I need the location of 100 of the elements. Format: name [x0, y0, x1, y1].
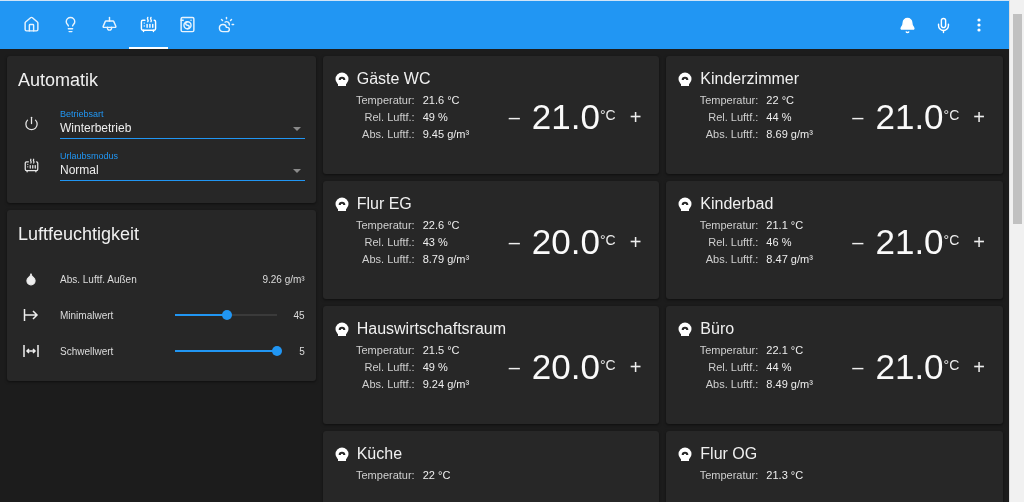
decrease-button[interactable]: – [846, 230, 870, 254]
room-name: Küche [356, 445, 403, 463]
stat-value: 22.6 °C [422, 219, 461, 231]
stat-value: 22 °C [422, 469, 452, 481]
increase-button[interactable]: + [623, 355, 648, 379]
power-icon [23, 115, 39, 131]
thermostat-icon [334, 72, 349, 86]
stat-label: Temperatur: [355, 469, 415, 481]
decrease-button[interactable]: – [502, 230, 526, 254]
droplet-icon [24, 272, 38, 286]
increase-button[interactable]: + [967, 230, 991, 254]
field-label: Betriebsart [60, 109, 105, 119]
more-vertical-icon [977, 18, 981, 32]
unit-label: °C [599, 232, 616, 248]
increase-button[interactable]: + [623, 230, 648, 254]
thermostat-icon [678, 72, 693, 86]
room-name: Kinderbad [700, 195, 774, 213]
stat-value: 49 % [422, 111, 449, 123]
stat-value: 49 % [422, 361, 449, 373]
room-name: Kinderzimmer [700, 70, 800, 88]
target-temperature: 21.0 [875, 347, 944, 387]
stat-value: 46 % [766, 236, 793, 248]
stat-value: 21.6 °C [422, 94, 461, 106]
row-label: Minimalwert [60, 309, 115, 321]
row-label: Abs. Luftf. Außen [60, 273, 138, 285]
row-value: 9.26 g/m³ [262, 273, 305, 285]
thermostat-icon [678, 322, 693, 336]
room-name: Flur OG [700, 445, 758, 463]
stat-label: Temperatur: [355, 219, 415, 231]
stat-value: 9.24 g/m³ [422, 378, 471, 390]
stat-label: Rel. Luftf.: [363, 236, 415, 248]
stat-label: Abs. Luftf.: [704, 253, 759, 265]
stat-label: Temperatur: [355, 344, 415, 356]
scrollbar-thumb[interactable] [1012, 14, 1022, 224]
slider-thumb[interactable] [222, 310, 232, 320]
stat-value: 8.49 g/m³ [766, 378, 814, 390]
stat-label: Abs. Luftf.: [361, 378, 415, 390]
stat-label: Rel. Luftf.: [363, 111, 415, 123]
stat-value: 21.5 °C [422, 344, 461, 356]
stat-value: 21.3 °C [766, 469, 805, 481]
increase-button[interactable]: + [967, 105, 991, 129]
increase-button[interactable]: + [623, 105, 648, 129]
room-name: Büro [700, 320, 735, 338]
stat-label: Temperatur: [698, 219, 759, 231]
stat-label: Abs. Luftf.: [704, 128, 759, 140]
thermostat-icon [678, 447, 693, 461]
scrollbar[interactable] [1009, 0, 1024, 502]
target-temperature: 20.0 [531, 347, 600, 387]
target-temperature: 21.0 [875, 97, 944, 137]
row-value: 45 [293, 309, 305, 321]
thermostat-icon [334, 447, 349, 461]
decrease-button[interactable]: – [502, 105, 526, 129]
slider-thumb[interactable] [272, 346, 282, 356]
stat-label: Temperatur: [698, 94, 759, 106]
decrease-button[interactable]: – [846, 355, 870, 379]
decrease-button[interactable]: – [502, 355, 526, 379]
stat-label: Rel. Luftf.: [707, 361, 759, 373]
stat-label: Temperatur: [355, 94, 415, 106]
target-temperature: 21.0 [531, 97, 600, 137]
unit-label: °C [599, 357, 616, 373]
unit-label: °C [943, 357, 960, 373]
dropdown-field[interactable]: Betriebsart Winterbetrieb [60, 107, 305, 139]
sun-cloud-icon [218, 15, 235, 33]
increase-button[interactable]: + [967, 355, 991, 379]
field-value: Winterbetrieb [60, 121, 132, 135]
room-name: Flur EG [356, 195, 412, 213]
stat-value: 8.47 g/m³ [766, 253, 814, 265]
stat-label: Abs. Luftf.: [704, 378, 759, 390]
stat-value: 22 °C [766, 94, 795, 106]
ceiling-lamp-icon [101, 15, 118, 33]
home-icon [23, 15, 40, 33]
target-temperature: 21.0 [875, 222, 944, 262]
stat-value: 8.69 g/m³ [766, 128, 814, 140]
arrow-to-bar-icon [23, 308, 39, 322]
field-value: Normal [60, 163, 100, 177]
unit-label: °C [599, 107, 616, 123]
caret-icon [292, 169, 301, 173]
dropdown-field[interactable]: Urlaubsmodus Normal [60, 149, 305, 181]
decrease-button[interactable]: – [846, 105, 870, 129]
unit-label: °C [943, 107, 960, 123]
thermostat-icon [678, 197, 693, 211]
target-temperature: 20.0 [531, 222, 600, 262]
stat-value: 22.1 °C [766, 344, 805, 356]
stat-value: 44 % [766, 361, 793, 373]
row-label: Schwellwert [60, 345, 115, 357]
stat-value: 43 % [422, 236, 449, 248]
stat-value: 21.1 °C [766, 219, 805, 231]
radiator-icon [23, 157, 39, 173]
stat-label: Rel. Luftf.: [363, 361, 415, 373]
room-name: Gäste WC [356, 70, 431, 88]
stat-label: Abs. Luftf.: [361, 128, 415, 140]
double-arrow-between-bars-icon [23, 344, 39, 358]
stat-value: 8.79 g/m³ [422, 253, 471, 265]
stat-label: Rel. Luftf.: [707, 236, 759, 248]
stat-label: Temperatur: [698, 344, 759, 356]
stat-value: 9.45 g/m³ [422, 128, 471, 140]
card-title: Luftfeuchtigkeit [18, 224, 141, 245]
unit-label: °C [943, 232, 960, 248]
room-name: Hauswirtschaftsraum [356, 320, 507, 338]
row-value: 5 [299, 345, 305, 357]
